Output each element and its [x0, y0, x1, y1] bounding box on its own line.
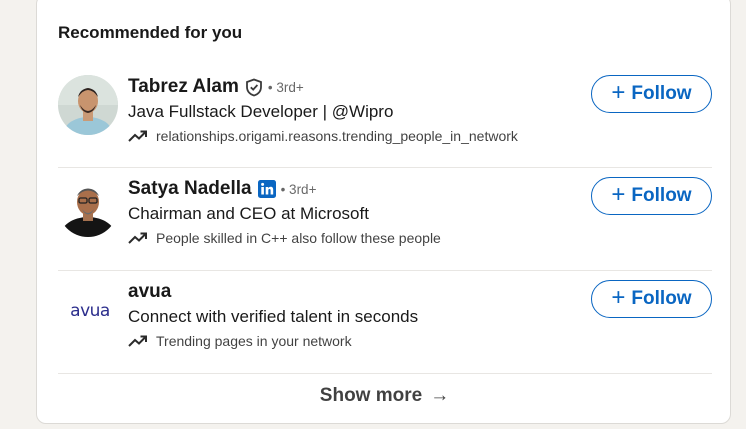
recommendation-reason: Trending pages in your network [128, 333, 588, 349]
follow-label: Follow [631, 288, 692, 309]
member-info: Tabrez Alam • 3rd+ Java Fullstack Develo… [128, 73, 588, 144]
member-headline: Chairman and CEO at Microsoft [128, 204, 369, 223]
divider [58, 373, 712, 374]
reason-text: People skilled in C++ also follow these … [156, 230, 441, 246]
member-name[interactable]: Satya Nadella [128, 178, 252, 200]
trending-icon [128, 130, 147, 142]
member-headline: Java Fullstack Developer | @Wipro [128, 102, 394, 121]
plus-icon: + [611, 283, 626, 311]
arrow-right-icon: → [430, 385, 450, 406]
connection-degree: • 3rd+ [280, 181, 317, 197]
trending-icon [128, 335, 147, 347]
trending-icon [128, 232, 147, 244]
recommendation-reason: relationships.origami.reasons.trending_p… [128, 128, 588, 144]
show-more-button[interactable]: Show more → [37, 379, 732, 413]
recommendation-item: Satya Nadella • 3rd+ Chairman and CEO at… [58, 169, 712, 272]
plus-icon: + [611, 180, 626, 208]
divider [58, 167, 712, 168]
reason-text: Trending pages in your network [156, 333, 352, 349]
company-name[interactable]: avua [128, 281, 171, 303]
linkedin-icon [257, 180, 276, 198]
follow-button[interactable]: + Follow [591, 280, 712, 318]
member-name[interactable]: Tabrez Alam [128, 76, 239, 98]
divider [58, 270, 712, 271]
recommendation-reason: People skilled in C++ also follow these … [128, 230, 588, 246]
company-logo[interactable]: avua [58, 286, 122, 336]
company-info: avua Connect with verified talent in sec… [128, 278, 588, 349]
recommendation-item: avua avua Connect with verified talent i… [58, 272, 712, 375]
follow-label: Follow [631, 185, 692, 206]
plus-icon: + [611, 78, 626, 106]
connection-degree: • 3rd+ [267, 79, 304, 95]
follow-button[interactable]: + Follow [591, 177, 712, 215]
recommendations-card: Recommended for you Tabrez Alam • 3rd+ J… [36, 0, 731, 424]
company-headline: Connect with verified talent in seconds [128, 307, 419, 326]
member-info: Satya Nadella • 3rd+ Chairman and CEO at… [128, 175, 588, 246]
verified-shield-icon [245, 78, 263, 97]
show-more-label: Show more [319, 385, 423, 406]
follow-button[interactable]: + Follow [591, 75, 712, 113]
avatar[interactable] [58, 177, 118, 237]
avatar[interactable] [58, 75, 118, 135]
company-logo-text: avua [70, 301, 110, 321]
reason-text: relationships.origami.reasons.trending_p… [156, 128, 518, 144]
follow-label: Follow [631, 83, 692, 104]
recommendation-item: Tabrez Alam • 3rd+ Java Fullstack Develo… [58, 67, 712, 170]
section-title: Recommended for you [58, 23, 243, 42]
